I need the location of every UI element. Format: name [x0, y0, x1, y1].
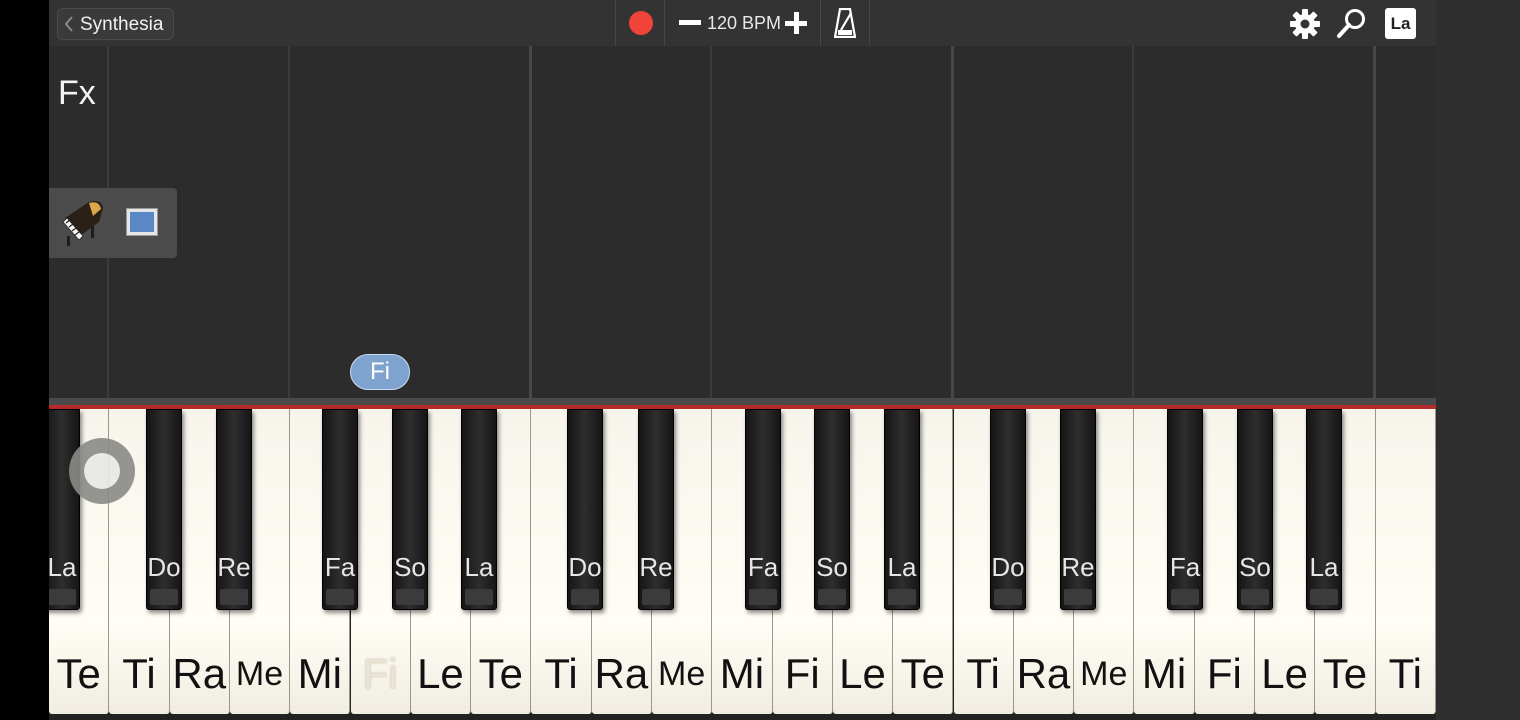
white-key-label: Fi: [362, 650, 398, 697]
black-key[interactable]: Fa: [745, 409, 781, 610]
grand-piano-icon[interactable]: [59, 196, 109, 248]
black-key[interactable]: Fa: [1167, 409, 1203, 610]
toolbar-divider: [820, 0, 821, 46]
black-key-label: Do: [568, 552, 602, 582]
white-key-label: Fi: [784, 650, 820, 697]
white-key-label: Ra: [1016, 650, 1071, 697]
white-key-label: Le: [1261, 650, 1308, 697]
white-key-label: Te: [900, 650, 946, 697]
bpm-decrease-button[interactable]: [679, 20, 701, 25]
white-key[interactable]: Ti: [1375, 409, 1436, 714]
top-toolbar: Synthesia 120 BPM La: [49, 0, 1436, 46]
black-key[interactable]: Do: [990, 409, 1026, 610]
black-key-label: Fa: [324, 552, 356, 582]
back-button[interactable]: Synthesia: [57, 8, 175, 40]
bpm-value: 120 BPM: [707, 13, 782, 33]
toolbar-divider: [869, 0, 870, 46]
falling-note: Fi: [350, 354, 410, 390]
search-icon[interactable]: [1336, 7, 1368, 39]
white-key-label: Ti: [122, 650, 156, 697]
black-key[interactable]: La: [1306, 409, 1342, 610]
black-key-label: Fa: [1169, 552, 1201, 582]
white-key-label: Le: [839, 650, 886, 697]
white-key-label: Te: [56, 650, 101, 697]
gear-icon[interactable]: [1289, 8, 1321, 40]
black-key-label: La: [464, 552, 494, 582]
grid-line: [288, 46, 290, 398]
grid-line: [710, 46, 712, 398]
black-key[interactable]: La: [461, 409, 497, 610]
black-key[interactable]: Re: [216, 409, 252, 610]
black-key[interactable]: Re: [638, 409, 674, 610]
black-key-label: So: [816, 552, 848, 582]
toolbar-divider: [615, 0, 616, 46]
white-key-label: Mi: [297, 650, 342, 697]
record-button[interactable]: [629, 11, 653, 35]
white-key-label: Me: [1080, 655, 1128, 693]
white-key-label: Ti: [966, 650, 1000, 697]
note-roll: Fx Fi: [49, 46, 1436, 398]
note-label-toggle[interactable]: La: [1385, 8, 1416, 39]
piano-keyboard: Te Ti Ra Me Mi Fi Le Te Ti Ra Me Mi Fi Le Te Ti Ra Me Mi Fi…: [49, 409, 1436, 720]
black-key[interactable]: La: [49, 409, 80, 610]
app-window: Synthesia 120 BPM La Fx Fi Te Ti Ra Me M…: [49, 0, 1436, 720]
black-key-label: Do: [991, 552, 1025, 582]
black-key-label: So: [394, 552, 426, 582]
fx-button[interactable]: Fx: [58, 74, 96, 113]
black-key[interactable]: So: [814, 409, 850, 610]
white-key-label: Ti: [544, 650, 578, 697]
black-key[interactable]: La: [884, 409, 920, 610]
black-key[interactable]: Fa: [322, 409, 358, 610]
pitch-bend-handle[interactable]: [69, 438, 135, 504]
white-key-label: Ti: [1388, 650, 1422, 697]
grid-line: [1132, 46, 1134, 398]
chevron-left-icon: [64, 16, 73, 32]
black-key-label: Re: [639, 552, 673, 582]
back-button-label: Synthesia: [80, 14, 164, 35]
bpm-increase-button[interactable]: [785, 12, 807, 34]
white-key-label: Te: [1322, 650, 1368, 697]
white-key-label: Ra: [172, 650, 227, 697]
black-key-label: Fa: [747, 552, 779, 582]
white-key-label: Mi: [719, 650, 765, 697]
white-key-label: Le: [417, 650, 464, 697]
grid-line: [951, 46, 954, 398]
black-key-label: Re: [1061, 552, 1095, 582]
black-key[interactable]: So: [392, 409, 428, 610]
black-key-label: So: [1239, 552, 1271, 582]
white-key-label: Me: [235, 655, 284, 693]
white-key-label: Me: [658, 655, 706, 693]
black-key-label: La: [887, 552, 917, 582]
black-key-label: La: [1309, 552, 1339, 582]
screen-icon[interactable]: [126, 208, 158, 236]
white-key-label: Fi: [1206, 650, 1242, 697]
white-key-label: Te: [478, 650, 523, 697]
black-key[interactable]: Do: [567, 409, 603, 610]
black-key[interactable]: Re: [1060, 409, 1096, 610]
black-key[interactable]: Do: [146, 409, 182, 610]
grid-line: [529, 46, 532, 398]
white-key-label: Ra: [594, 650, 649, 697]
white-key-label: Mi: [1141, 650, 1187, 697]
black-key[interactable]: So: [1237, 409, 1273, 610]
right-margin: [1436, 0, 1520, 720]
black-key-label: Re: [217, 552, 251, 582]
metronome-icon[interactable]: [834, 8, 856, 38]
toolbar-divider: [664, 0, 665, 46]
instrument-panel[interactable]: [49, 188, 177, 258]
black-key-label: Do: [147, 552, 181, 582]
grid-line: [1373, 46, 1376, 398]
black-key-label: La: [49, 552, 77, 582]
